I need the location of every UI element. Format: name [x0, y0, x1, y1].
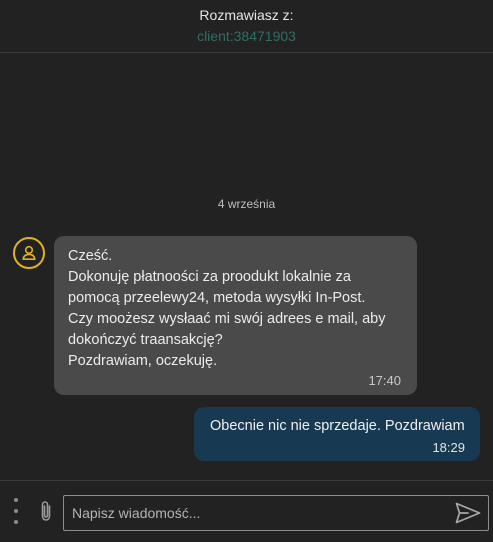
- chat-window: Rozmawiasz z: client:38471903 4 września…: [0, 0, 493, 542]
- incoming-message: Cześć. Dokonuję płatnoości za proodukt l…: [54, 236, 417, 395]
- dot: [14, 498, 18, 502]
- client-id[interactable]: client:38471903: [0, 28, 493, 44]
- message-time: 18:29: [432, 440, 465, 455]
- user-icon: [22, 245, 36, 260]
- message-text: Cześć. Dokonuję płatnoości za proodukt l…: [68, 248, 386, 369]
- more-vertical-icon[interactable]: [9, 498, 23, 524]
- paperclip-icon[interactable]: [36, 499, 56, 523]
- header-label: Rozmawiasz z:: [199, 7, 294, 23]
- send-icon[interactable]: [454, 501, 482, 525]
- outgoing-message: Obecnie nic nie sprzedaje. Pozdrawiam 18…: [194, 407, 480, 461]
- dot: [14, 509, 18, 513]
- user-avatar: [13, 237, 45, 269]
- dot: [14, 520, 18, 524]
- composer-bar: [0, 480, 493, 542]
- chat-header: Rozmawiasz z: client:38471903: [0, 0, 493, 53]
- message-field[interactable]: [63, 495, 489, 531]
- message-input[interactable]: [64, 496, 444, 530]
- date-separator: 4 września: [217, 197, 276, 211]
- message-time: 17:40: [368, 373, 401, 388]
- message-text: Obecnie nic nie sprzedaje. Pozdrawiam: [210, 418, 465, 434]
